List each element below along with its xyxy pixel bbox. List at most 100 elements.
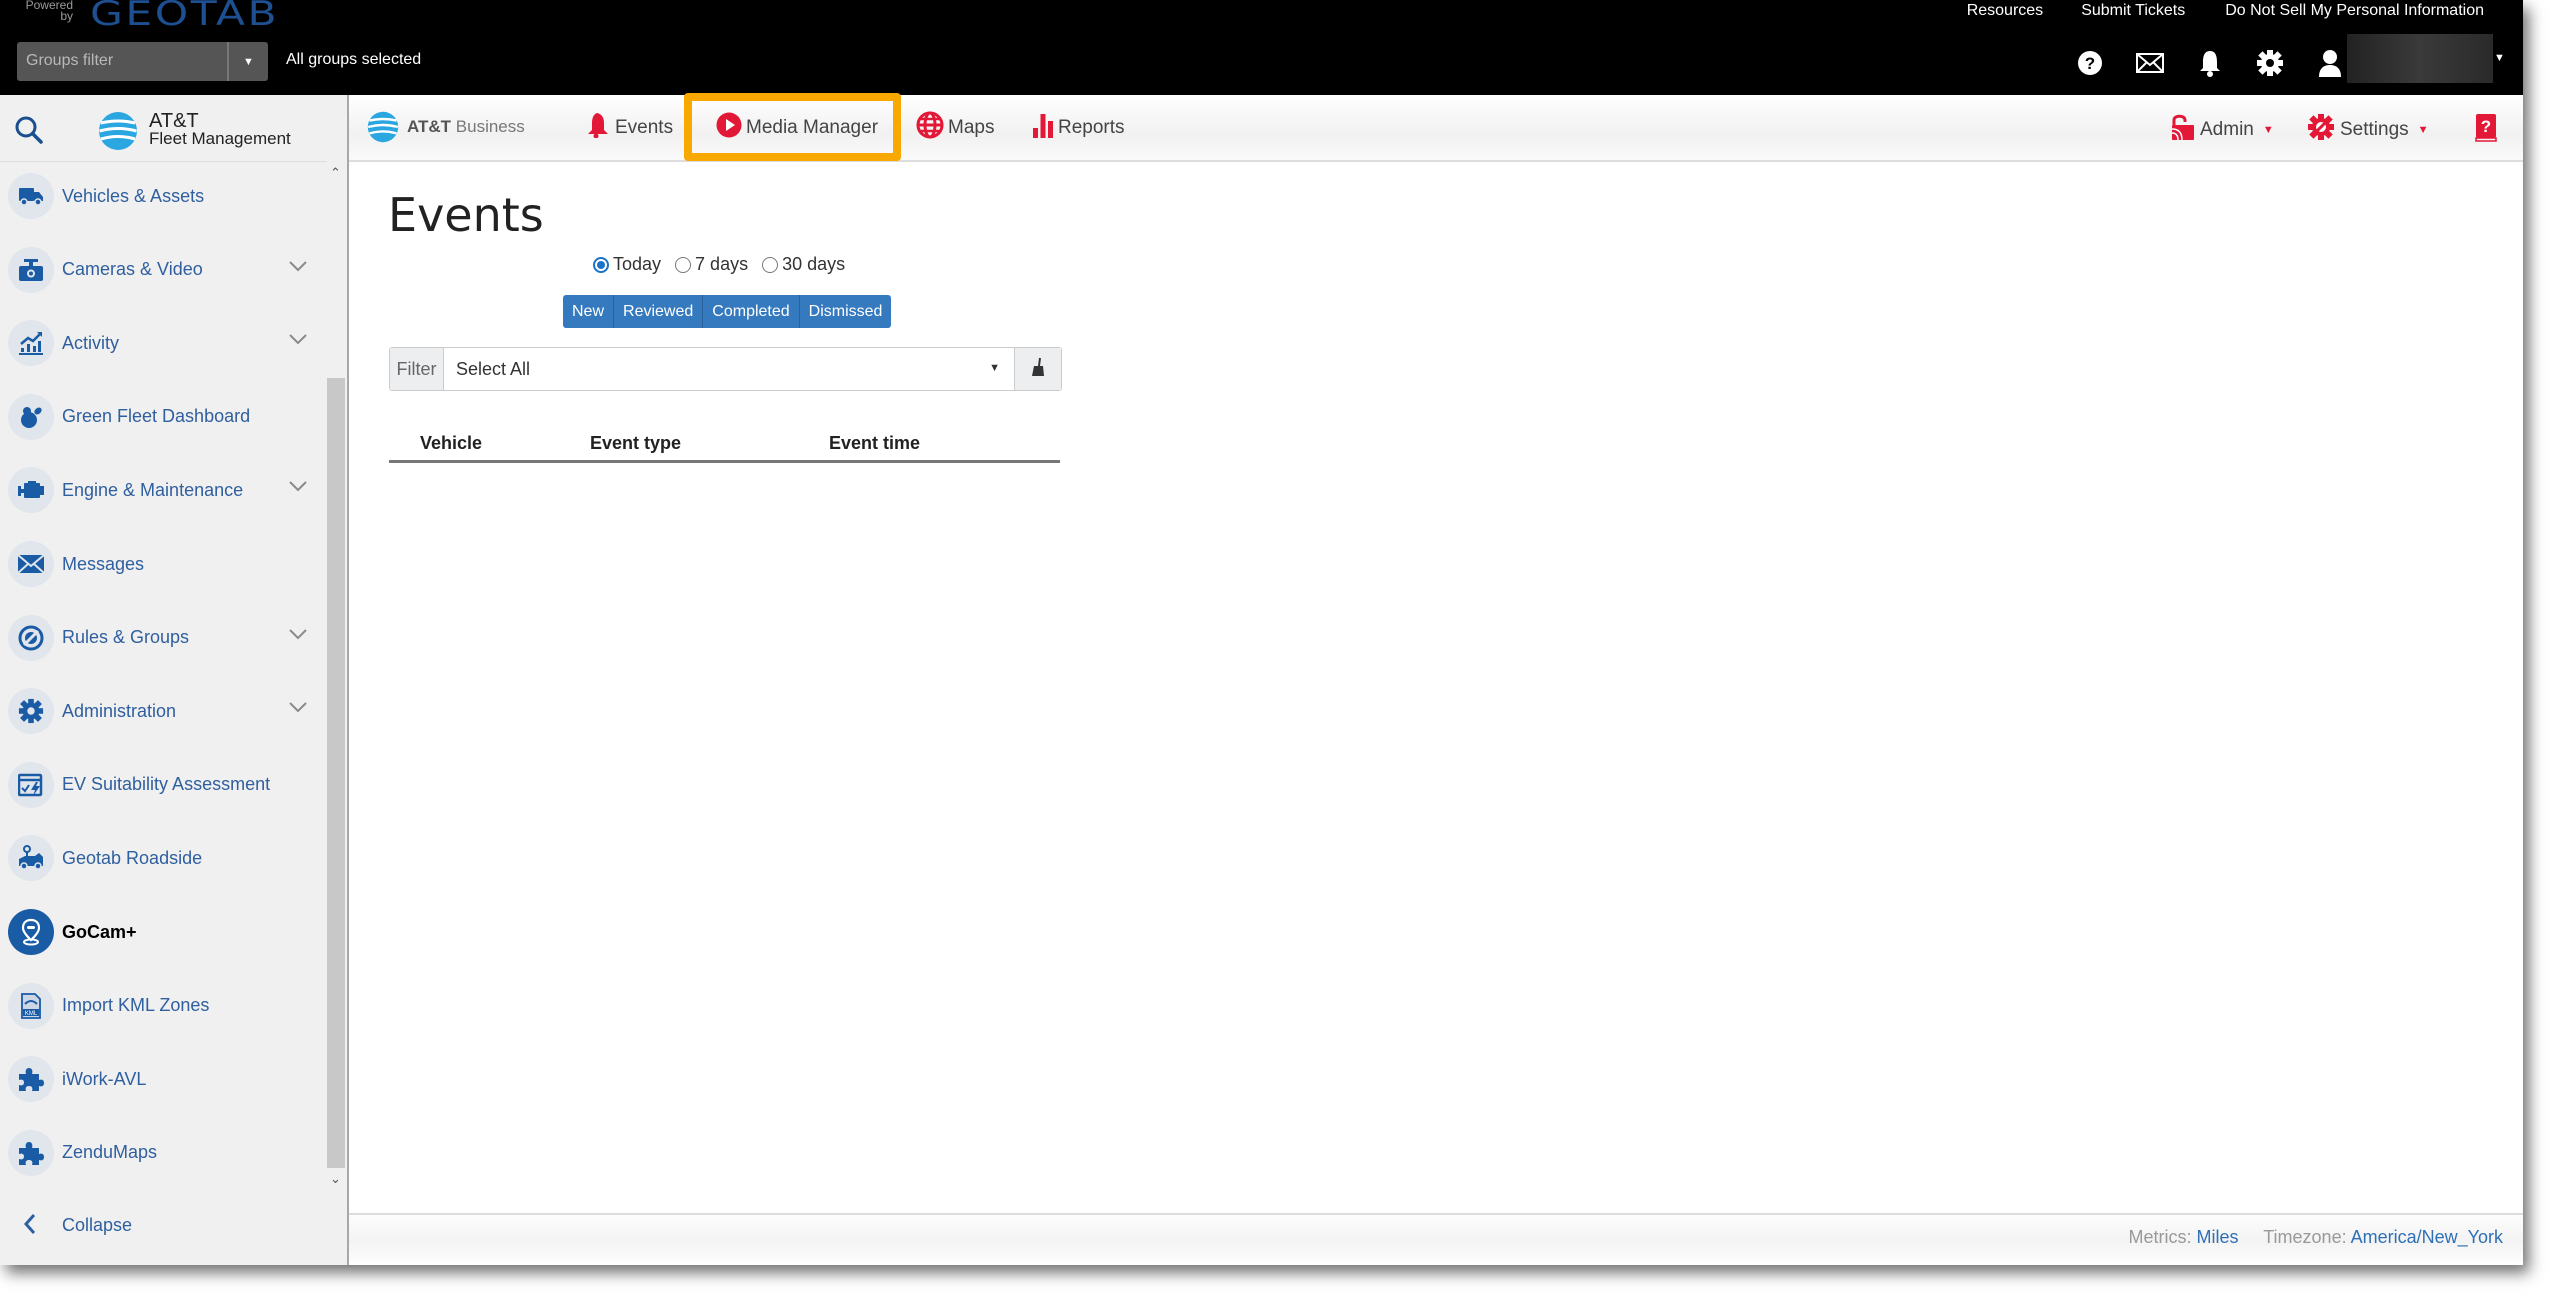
gear-icon[interactable]	[2240, 42, 2300, 84]
sidebar-header: AT&T Fleet Management	[0, 95, 327, 162]
sidebar-item-green-fleet-dashboard[interactable]: Green Fleet Dashboard	[0, 387, 327, 447]
sidebar-item-label: Green Fleet Dashboard	[62, 406, 251, 427]
chevron-down-icon[interactable]	[288, 332, 308, 351]
sidebar-item-label: iWork-AVL	[62, 1068, 147, 1089]
page-title: Events	[388, 188, 544, 242]
tab-maps-label: Maps	[948, 117, 995, 138]
mail-icon[interactable]	[2120, 42, 2180, 84]
puzzle-icon	[8, 1129, 54, 1176]
nav-bar: AT&T Business Events Media Manager Maps …	[349, 95, 2523, 162]
globe-icon	[916, 111, 944, 145]
sidebar-item-activity[interactable]: Activity	[0, 313, 327, 373]
state-tab-completed[interactable]: Completed	[703, 295, 800, 328]
groups-filter-dropdown-button[interactable]: ▼	[229, 42, 268, 81]
radio-30-days[interactable]: 30 days	[762, 254, 845, 275]
scroll-down-icon[interactable]: ⌄	[330, 1171, 341, 1187]
sidebar-item-geotab-roadside[interactable]: Geotab Roadside	[0, 828, 327, 888]
metrics-value[interactable]: Miles	[2197, 1227, 2239, 1247]
settings-label: Settings	[2340, 119, 2409, 140]
radio-today-label: Today	[613, 254, 662, 274]
bell-icon	[587, 112, 611, 144]
sidebar-item-cameras-video[interactable]: Cameras & Video	[0, 240, 327, 300]
timezone-label: Timezone:	[2263, 1227, 2351, 1247]
sidebar-item-label: Administration	[62, 700, 177, 721]
submit-tickets-link[interactable]: Submit Tickets	[2081, 2, 2185, 22]
sidebar-item-ev-suitability-assessment[interactable]: EV Suitability Assessment	[0, 755, 327, 815]
column-header-vehicle[interactable]: Vehicle	[420, 433, 482, 454]
user-name-redacted[interactable]	[2347, 34, 2493, 83]
att-globe-logo-icon	[98, 111, 138, 156]
column-header-event-time[interactable]: Event time	[829, 433, 920, 454]
tab-events[interactable]: Events	[587, 113, 673, 143]
radio-7-days[interactable]: 7 days	[675, 254, 748, 275]
groups-filter[interactable]: Groups filter ▼	[17, 42, 268, 81]
state-tab-dismissed[interactable]: Dismissed	[800, 295, 892, 328]
radio-unselected-icon[interactable]	[762, 256, 779, 273]
column-header-event-type[interactable]: Event type	[590, 433, 681, 454]
tab-maps[interactable]: Maps	[916, 111, 995, 145]
footer: Metrics: Miles Timezone: America/New_Yor…	[349, 1213, 2523, 1265]
sidebar-item-label: Rules & Groups	[62, 627, 190, 648]
radio-selected-icon[interactable]	[593, 256, 609, 273]
tab-media-manager[interactable]: Media Manager	[716, 112, 879, 143]
sidebar-item-iwork-avl[interactable]: iWork-AVL	[0, 1049, 327, 1109]
radio-unselected-icon[interactable]	[675, 256, 692, 273]
do-not-sell-link[interactable]: Do Not Sell My Personal Information	[2225, 2, 2484, 22]
clear-filter-button[interactable]	[1014, 348, 1061, 390]
chevron-down-icon[interactable]	[288, 479, 308, 498]
chevron-down-icon[interactable]	[288, 627, 308, 646]
chevron-left-icon	[22, 1212, 38, 1241]
brand-line-1: AT&T	[149, 110, 199, 132]
sidebar-item-label: Activity	[62, 332, 120, 353]
user-menu-caret-icon[interactable]: ▼	[2494, 52, 2505, 64]
groups-filter-input[interactable]: Groups filter	[26, 52, 113, 70]
chevron-down-icon[interactable]	[288, 259, 308, 278]
sidebar-item-gocam[interactable]: GoCam+	[0, 902, 327, 962]
settings-menu[interactable]: Settings ▼	[2307, 113, 2429, 147]
search-icon[interactable]	[14, 115, 44, 150]
puzzle-icon	[8, 1056, 54, 1103]
bell-icon[interactable]	[2180, 42, 2240, 84]
sidebar-item-vehicles-assets[interactable]: Vehicles & Assets	[0, 166, 327, 226]
admin-menu[interactable]: Admin ▼	[2169, 113, 2274, 147]
sidebar-item-engine-maintenance[interactable]: Engine & Maintenance	[0, 460, 327, 520]
sidebar-item-label: Engine & Maintenance	[62, 479, 244, 500]
state-tab-reviewed[interactable]: Reviewed	[614, 295, 704, 328]
tab-reports[interactable]: Reports	[1032, 113, 1125, 143]
sidebar-item-label: GoCam+	[62, 921, 137, 942]
scroll-up-icon[interactable]: ⌃	[330, 165, 341, 181]
sidebar-item-label: Vehicles & Assets	[62, 185, 205, 206]
sidebar-item-zendumaps[interactable]: ZenduMaps	[0, 1123, 327, 1183]
collapse-button[interactable]: Collapse	[0, 1200, 327, 1252]
envelope-icon	[8, 541, 54, 587]
events-table-header: Vehicle Event type Event time	[389, 430, 1060, 463]
tab-reports-label: Reports	[1058, 117, 1125, 138]
geotab-logo[interactable]: GEOTAB	[90, 0, 279, 34]
metrics-label: Metrics:	[2128, 1227, 2197, 1247]
groups-status-text: All groups selected	[286, 51, 422, 68]
state-tab-new[interactable]: New	[563, 295, 615, 328]
resources-link[interactable]: Resources	[1967, 2, 2043, 22]
sidebar-item-administration[interactable]: Administration	[0, 681, 327, 741]
help-book-icon[interactable]: ?	[2475, 113, 2497, 148]
radio-30-days-label: 30 days	[782, 254, 846, 274]
scrollbar-thumb[interactable]	[327, 378, 345, 1168]
filter-select[interactable]: Select All ▼	[444, 348, 1014, 390]
bar-chart-icon	[1032, 112, 1054, 144]
tab-media-manager-label: Media Manager	[746, 117, 879, 138]
help-icon[interactable]: ?	[2060, 42, 2120, 84]
sidebar-scrollbar[interactable]: ⌃ ⌄	[327, 161, 345, 1201]
sidebar-item-messages[interactable]: Messages	[0, 534, 327, 594]
caret-down-icon: ▼	[2417, 124, 2429, 136]
broom-icon	[1031, 357, 1045, 382]
sidebar-item-label: Cameras & Video	[62, 259, 203, 280]
timezone-value[interactable]: America/New_York	[2351, 1227, 2503, 1247]
sidebar-item-rules-groups[interactable]: Rules & Groups	[0, 608, 327, 668]
app-window: Powered by GEOTAB Groups filter ▼ All gr…	[0, 0, 2523, 1265]
radio-today[interactable]: Today	[593, 254, 661, 275]
camera-icon	[8, 246, 54, 293]
sidebar-item-import-kml-zones[interactable]: KML Import KML Zones	[0, 976, 327, 1036]
sidebar-item-label: Geotab Roadside	[62, 847, 203, 868]
chevron-down-icon[interactable]	[288, 700, 308, 719]
svg-text:?: ?	[2481, 117, 2491, 136]
